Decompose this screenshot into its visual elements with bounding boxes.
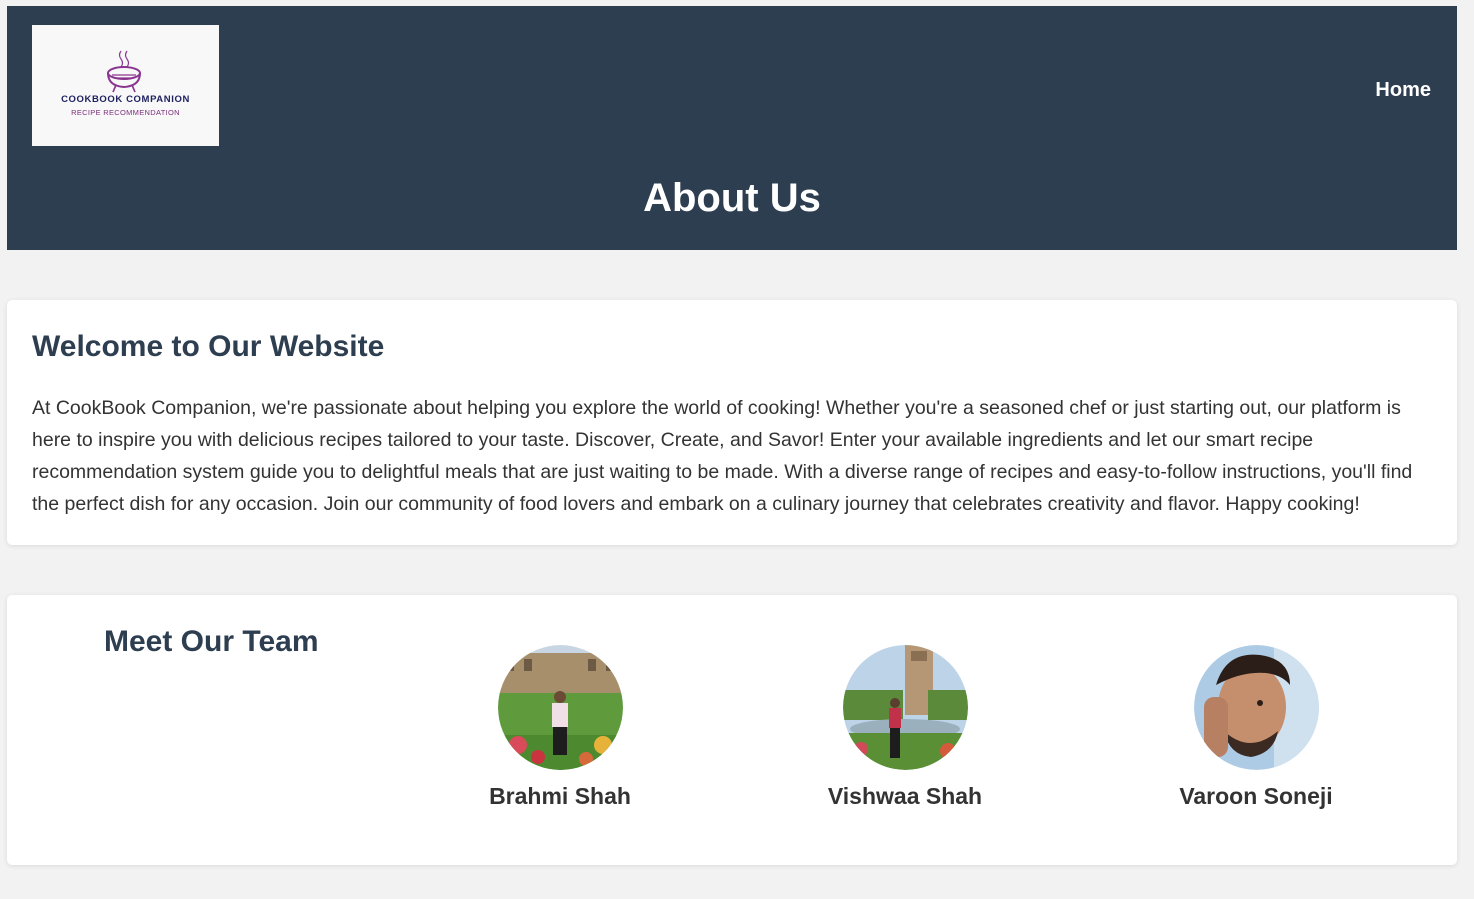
site-header: COOKBOOK COMPANION RECIPE RECOMMENDATION… xyxy=(7,6,1457,250)
team-title: Meet Our Team xyxy=(104,625,319,658)
page-title: About Us xyxy=(643,176,821,220)
logo-title: COOKBOOK COMPANION xyxy=(61,94,190,105)
nav-home-link[interactable]: Home xyxy=(1375,79,1431,102)
welcome-description: At CookBook Companion, we're passionate … xyxy=(32,397,1413,515)
welcome-section: Welcome to Our Website At CookBook Compa… xyxy=(7,300,1457,545)
member-name: Vishwaa Shah xyxy=(827,783,983,809)
member-name: Varoon Soneji xyxy=(1179,783,1333,809)
site-logo[interactable]: COOKBOOK COMPANION RECIPE RECOMMENDATION xyxy=(32,25,219,146)
member-name: Brahmi Shah xyxy=(489,783,631,809)
cooking-pot-icon xyxy=(107,50,141,93)
team-member-card: Vishwaa Shah xyxy=(795,645,1015,810)
logo-subtitle: RECIPE RECOMMENDATION xyxy=(71,108,180,117)
avatar xyxy=(842,645,968,770)
team-section: Meet Our Team Brahmi Shah Vishwaa Shah V… xyxy=(7,595,1457,865)
welcome-title: Welcome to Our Website xyxy=(32,330,385,363)
avatar xyxy=(1193,645,1319,770)
team-member-card: Varoon Soneji xyxy=(1146,645,1366,810)
avatar xyxy=(497,645,623,770)
team-member-card: Brahmi Shah xyxy=(450,645,670,810)
